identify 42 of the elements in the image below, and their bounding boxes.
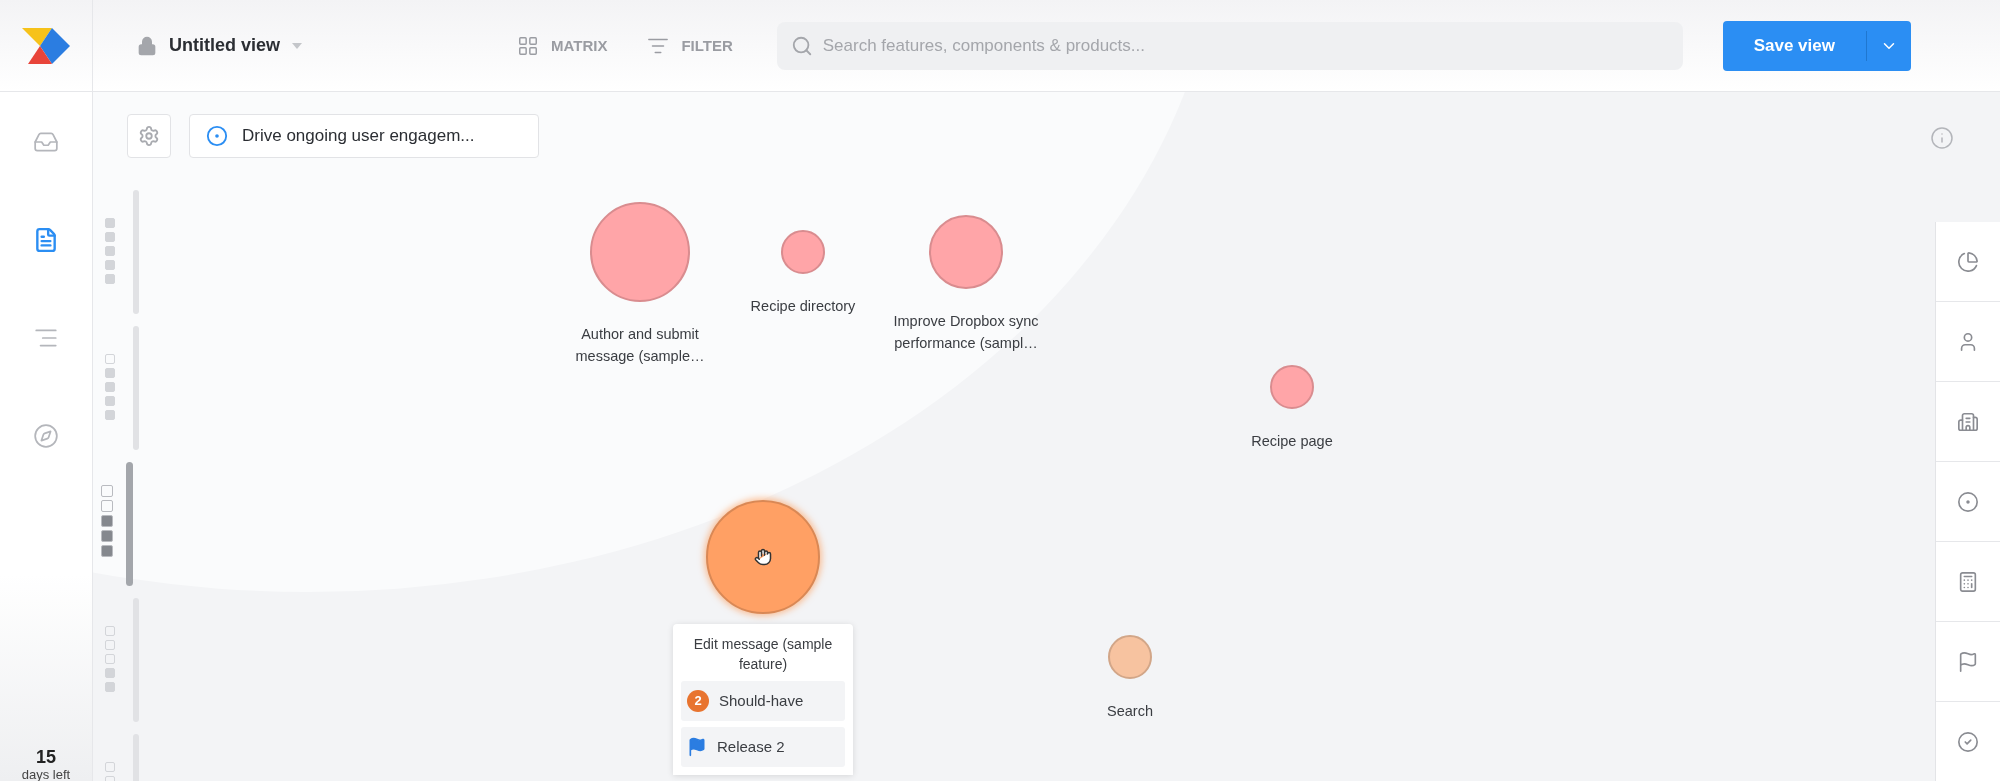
info-icon[interactable] [1930,126,1954,150]
trial-days-count: 15 [35,748,56,766]
building-icon [1957,410,1979,433]
target-icon [1957,490,1979,513]
compass-icon [33,423,59,449]
search-icon [790,34,813,57]
inbox-icon [33,129,59,155]
view-title[interactable]: Untitled view [169,35,280,56]
app-logo[interactable] [22,27,70,64]
flag-icon [1957,650,1979,673]
caret-icon[interactable] [292,42,302,49]
level-scroll-bar[interactable] [133,326,139,450]
priority-label: Should-have [719,692,804,710]
release-label: Release 2 [717,738,785,756]
check-circle-icon [1957,730,1979,753]
level-scroll-bar[interactable] [126,462,133,586]
feature-bubble[interactable] [706,500,820,614]
trial-days-label: days left [21,768,71,781]
feature-bubble[interactable] [1108,635,1152,679]
settings-icon [138,125,160,147]
lock-icon [137,35,157,56]
bubble-label: Improve Dropbox sync performance (sampl… [892,312,1040,353]
bubble-label: Search [1106,702,1154,721]
bubble-label: Recipe page [1250,432,1334,451]
search-field[interactable]: Search features, components & products... [776,21,1683,70]
pie-chart-icon [1957,250,1979,273]
flag-icon [687,736,707,757]
settings-button[interactable] [127,114,171,158]
priority-badge: 2 [687,689,709,712]
goal-selector[interactable]: Drive ongoing user engagem... [189,114,539,158]
grid-icon [517,34,539,57]
document-icon [33,227,59,253]
priority-row[interactable]: 2 Should-have [681,680,845,721]
cursor-icon [754,548,772,566]
feature-bubble[interactable] [1270,365,1314,409]
bubble-label: Author and submit message (sample… [574,325,706,366]
level-scroll-bar[interactable] [133,190,139,314]
bubble-label: Recipe directory [749,297,857,316]
release-row[interactable]: Release 2 [681,726,845,767]
calculator-icon [1957,570,1979,593]
popover-title: Edit message (sample feature) [692,635,834,675]
target-icon [206,125,228,147]
